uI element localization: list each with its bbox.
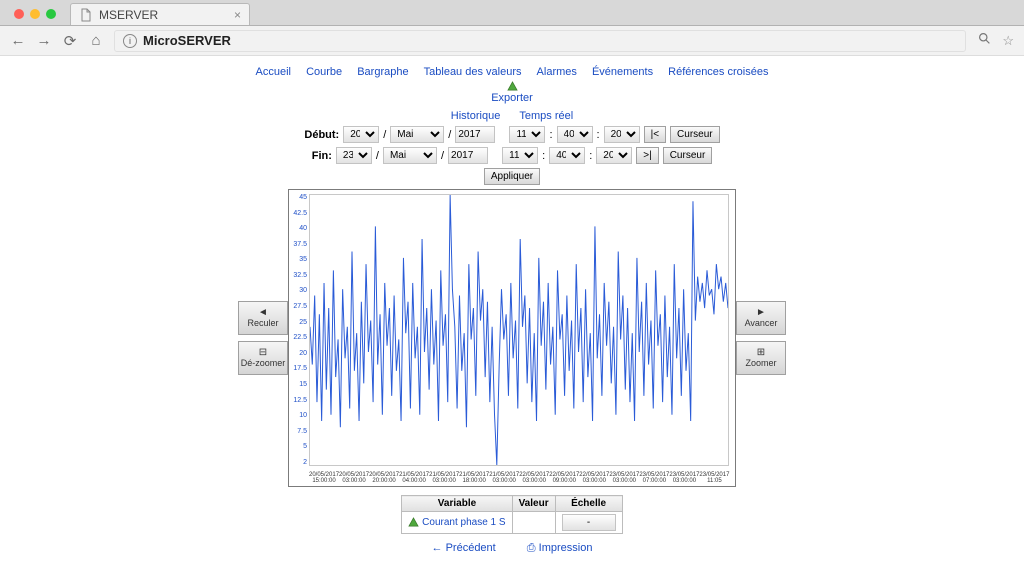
start-month-select[interactable]: Mai	[390, 126, 444, 143]
reculer-button[interactable]: ◄Reculer	[238, 301, 288, 335]
legend-val	[512, 512, 555, 534]
forward-icon[interactable]: →	[36, 32, 52, 49]
print-icon: ⎙	[527, 542, 536, 554]
zoom-out-icon: ⊟	[259, 348, 267, 358]
legend-table: Variable Valeur Échelle Courant phase 1 …	[401, 495, 622, 534]
table-row: Courant phase 1 S	[402, 512, 622, 534]
minimize-window-icon[interactable]	[30, 9, 40, 19]
close-window-icon[interactable]	[14, 9, 24, 19]
start-min-select[interactable]: 40	[557, 126, 593, 143]
url-field[interactable]: i MicroSERVER	[114, 30, 966, 52]
back-icon[interactable]: ←	[10, 32, 26, 49]
legend-echelle-input[interactable]	[562, 514, 616, 531]
impression-link[interactable]: ⎙ Impression	[527, 542, 593, 554]
warning-icon	[408, 517, 419, 528]
nav-bargraphe[interactable]: Bargraphe	[357, 66, 408, 78]
start-day-select[interactable]: 20	[343, 126, 379, 143]
arrow-left-icon: ←	[432, 542, 443, 554]
home-icon[interactable]: ⌂	[88, 32, 104, 49]
bottom-links: ← Précédent ⎙ Impression	[0, 542, 1024, 555]
window-controls	[14, 9, 56, 19]
date-start-row: Début: 20 / Mai / 11 : 40 : 20 |< Curseu…	[0, 126, 1024, 143]
maximize-window-icon[interactable]	[46, 9, 56, 19]
zoom-in-icon: ⊞	[757, 348, 765, 358]
dezoom-button[interactable]: ⊟Dé-zoomer	[238, 341, 288, 375]
nav-exporter[interactable]: Exporter	[491, 92, 533, 104]
label-fin: Fin:	[312, 150, 332, 162]
page-icon	[79, 8, 93, 22]
apply-button[interactable]: Appliquer	[484, 168, 540, 185]
end-cursor-last-button[interactable]: >|	[636, 147, 658, 164]
end-year-input[interactable]	[448, 147, 488, 164]
nav-tableau[interactable]: Tableau des valeurs	[424, 66, 522, 78]
address-bar: ← → ⟳ ⌂ i MicroSERVER ☆	[0, 26, 1024, 56]
search-icon[interactable]	[976, 32, 992, 49]
browser-tab[interactable]: MSERVER ×	[70, 3, 250, 25]
end-day-select[interactable]: 23	[336, 147, 372, 164]
legend-h-valeur: Valeur	[512, 496, 555, 512]
nav-courbe[interactable]: Courbe	[306, 66, 342, 78]
legend-var-link[interactable]: Courant phase 1 S	[422, 517, 505, 528]
end-sec-select[interactable]: 20	[596, 147, 632, 164]
url-text: MicroSERVER	[143, 33, 231, 48]
chart-plot[interactable]	[309, 194, 729, 466]
nav-historique[interactable]: Historique	[451, 110, 501, 122]
arrow-right-icon: ►	[756, 308, 766, 318]
start-hour-select[interactable]: 11	[509, 126, 545, 143]
avancer-button[interactable]: ►Avancer	[736, 301, 786, 335]
date-end-row: Fin: 23 / Mai / 11 : 40 : 20 >| Curseur	[0, 147, 1024, 164]
bookmark-icon[interactable]: ☆	[1002, 33, 1014, 49]
y-axis: 4542.54037.53532.53027.52522.52017.51512…	[291, 194, 307, 466]
end-cursor-button[interactable]: Curseur	[663, 147, 713, 164]
tab-close-icon[interactable]: ×	[234, 8, 241, 22]
export-icon	[507, 81, 518, 92]
label-debut: Début:	[304, 129, 339, 141]
chart-frame: 4542.54037.53532.53027.52522.52017.51512…	[288, 189, 736, 487]
browser-tab-bar: MSERVER ×	[0, 0, 1024, 26]
nav-alarmes[interactable]: Alarmes	[537, 66, 577, 78]
end-hour-select[interactable]: 11	[502, 147, 538, 164]
x-axis: 20/05/201715:00:0020/05/201703:00:0020/0…	[309, 472, 729, 484]
start-year-input[interactable]	[455, 126, 495, 143]
legend-h-variable: Variable	[402, 496, 512, 512]
precedent-link[interactable]: ← Précédent	[432, 542, 496, 554]
start-sec-select[interactable]: 20	[604, 126, 640, 143]
top-nav: Accueil Courbe Bargraphe Tableau des val…	[0, 66, 1024, 78]
tab-title: MSERVER	[99, 8, 158, 22]
site-info-icon[interactable]: i	[123, 34, 137, 48]
nav-temps-reel[interactable]: Temps réel	[519, 110, 573, 122]
nav-accueil[interactable]: Accueil	[256, 66, 291, 78]
end-month-select[interactable]: Mai	[383, 147, 437, 164]
start-cursor-first-button[interactable]: |<	[644, 126, 666, 143]
arrow-left-icon: ◄	[258, 308, 268, 318]
start-cursor-button[interactable]: Curseur	[670, 126, 720, 143]
nav-evenements[interactable]: Événements	[592, 66, 653, 78]
zoomer-button[interactable]: ⊞Zoomer	[736, 341, 786, 375]
legend-h-echelle: Échelle	[555, 496, 622, 512]
nav-references[interactable]: Références croisées	[668, 66, 768, 78]
reload-icon[interactable]: ⟳	[62, 32, 78, 50]
end-min-select[interactable]: 40	[549, 147, 585, 164]
